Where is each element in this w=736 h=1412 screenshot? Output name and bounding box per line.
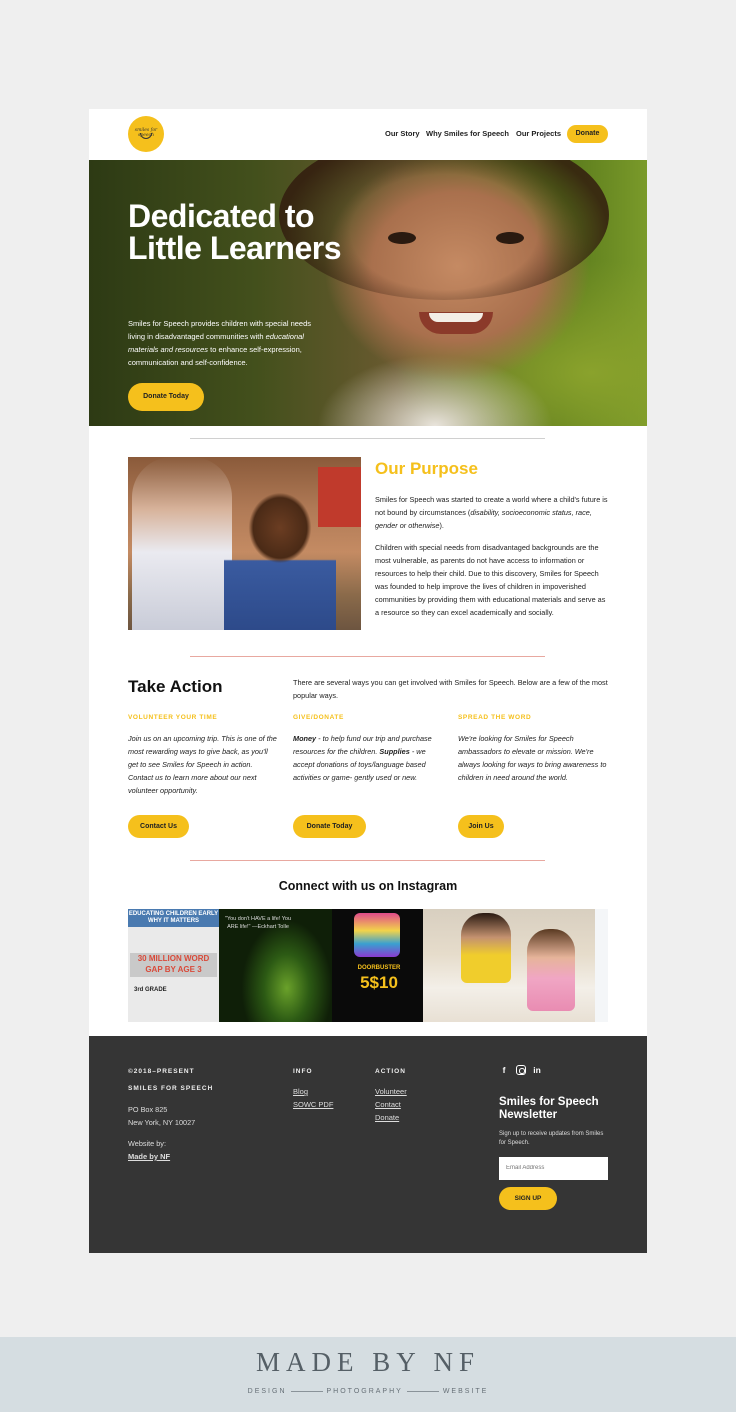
nav-donate-button[interactable]: Donate <box>567 125 608 143</box>
post-grade: 3rd GRADE <box>134 987 167 993</box>
post-quote: "You don't HAVE a life! You ARE life!" —… <box>225 916 291 930</box>
purpose-photo <box>128 457 361 630</box>
hero-photo-eye <box>388 232 416 244</box>
service-design: DESIGN <box>247 1388 287 1395</box>
hero-section: Dedicated to Little Learners Smiles for … <box>89 160 647 426</box>
divider-line <box>406 1390 439 1392</box>
column-heading: SPREAD THE WORD <box>458 714 532 721</box>
instagram-icon[interactable] <box>516 1065 526 1075</box>
purpose-title: Our Purpose <box>375 459 478 478</box>
hero-photo-eye <box>496 232 524 244</box>
footer-copyright: ©2018–PRESENT <box>128 1068 195 1075</box>
column-text: Join us on an upcoming trip. This is one… <box>128 734 277 795</box>
newsletter-text: Sign up to receive updates from Smiles f… <box>499 1131 604 1146</box>
instagram-post[interactable]: EDUCATING CHILDREN EARLY WHY IT MATTERS … <box>128 909 219 1022</box>
instagram-post-partial[interactable] <box>595 909 608 1022</box>
post-label: DOORBUSTER <box>357 965 401 971</box>
nav-our-story[interactable]: Our Story <box>385 125 420 143</box>
footer-address-1: PO Box 825 <box>128 1105 168 1114</box>
post-stat: 30 MILLION WORD GAP BY AGE 3 <box>130 953 217 977</box>
hero-photo-teeth <box>429 313 483 322</box>
brand-band: MADE BY NF DESIGN PHOTOGRAPHY WEBSITE <box>0 1337 736 1412</box>
post-tshirt <box>354 913 400 957</box>
divider-line <box>290 1390 323 1392</box>
purpose-paragraph-1: Smiles for Speech was started to create … <box>375 495 608 530</box>
donate-today-button[interactable]: Donate Today <box>293 815 366 838</box>
spread-column: SPREAD THE WORD We're looking for Smiles… <box>458 714 608 784</box>
hero-title: Dedicated to Little Learners <box>128 198 342 266</box>
hero-donate-button[interactable]: Donate Today <box>128 383 204 411</box>
footer-made-by-link[interactable]: Made by NF <box>128 1152 170 1161</box>
instagram-title: Connect with us on Instagram <box>278 879 458 893</box>
photo-boy <box>224 473 336 630</box>
footer-org: SMILES FOR SPEECH <box>128 1085 214 1092</box>
service-photography: PHOTOGRAPHY <box>326 1388 403 1395</box>
column-heading: VOLUNTEER YOUR TIME <box>128 714 218 721</box>
site-footer: ©2018–PRESENT SMILES FOR SPEECH PO Box 8… <box>89 1036 647 1253</box>
take-action-title: Take Action <box>128 677 223 696</box>
divider <box>190 438 545 439</box>
contact-us-button[interactable]: Contact Us <box>128 815 189 838</box>
footer-action-heading: ACTION <box>375 1068 406 1075</box>
post-heading: EDUCATING CHILDREN EARLY WHY IT MATTERS <box>128 909 219 927</box>
post-photo-girl <box>461 913 511 983</box>
join-us-button[interactable]: Join Us <box>458 815 504 838</box>
post-photo-child <box>527 929 575 1011</box>
footer-link-sowc[interactable]: SOWC PDF <box>293 1100 333 1109</box>
footer-link-contact[interactable]: Contact <box>375 1100 401 1109</box>
email-field[interactable] <box>499 1157 608 1180</box>
volunteer-column: VOLUNTEER YOUR TIME Join us on an upcomi… <box>128 714 278 797</box>
facebook-icon[interactable]: f <box>499 1065 509 1075</box>
footer-link-volunteer[interactable]: Volunteer <box>375 1087 407 1096</box>
brand-title: MADE BY NF <box>255 1347 481 1377</box>
footer-website-by: Website by: <box>128 1139 166 1148</box>
take-action-intro: There are several ways you can get invol… <box>293 678 608 700</box>
linkedin-icon[interactable]: in <box>532 1065 542 1075</box>
divider <box>190 860 545 861</box>
brand-services: DESIGN PHOTOGRAPHY WEBSITE <box>0 1388 736 1395</box>
newsletter-title: Smiles for Speech Newsletter <box>499 1096 599 1121</box>
footer-link-blog[interactable]: Blog <box>293 1087 308 1096</box>
footer-info-heading: INFO <box>293 1068 313 1075</box>
footer-address-2: New York, NY 10027 <box>128 1118 196 1127</box>
smile-icon <box>140 133 152 139</box>
footer-link-donate[interactable]: Donate <box>375 1113 399 1122</box>
instagram-post[interactable]: "You don't HAVE a life! You ARE life!" —… <box>219 909 332 1022</box>
website-page: smiles for speech Our Story Why Smiles f… <box>89 109 647 1253</box>
divider <box>190 656 545 657</box>
service-website: WEBSITE <box>442 1388 489 1395</box>
purpose-paragraph-2: Children with special needs from disadva… <box>375 543 606 617</box>
nav-why-smiles[interactable]: Why Smiles for Speech <box>426 125 509 143</box>
hero-text: Smiles for Speech provides children with… <box>128 319 312 367</box>
column-text: Money - to help fund our trip and purcha… <box>293 734 432 782</box>
photo-woman <box>132 457 232 630</box>
instagram-post[interactable] <box>423 909 595 1022</box>
post-price: 5$10 <box>360 973 398 992</box>
instagram-post[interactable]: DOORBUSTER 5$10 <box>332 909 423 1022</box>
sign-up-button[interactable]: SIGN UP <box>499 1187 557 1210</box>
column-text: We're looking for Smiles for Speech amba… <box>458 734 607 782</box>
column-heading: GIVE/DONATE <box>293 714 344 721</box>
logo[interactable]: smiles for speech <box>128 116 164 152</box>
nav-our-projects[interactable]: Our Projects <box>516 125 561 143</box>
donate-column: GIVE/DONATE Money - to help fund our tri… <box>293 714 443 784</box>
site-header: smiles for speech Our Story Why Smiles f… <box>89 109 647 160</box>
